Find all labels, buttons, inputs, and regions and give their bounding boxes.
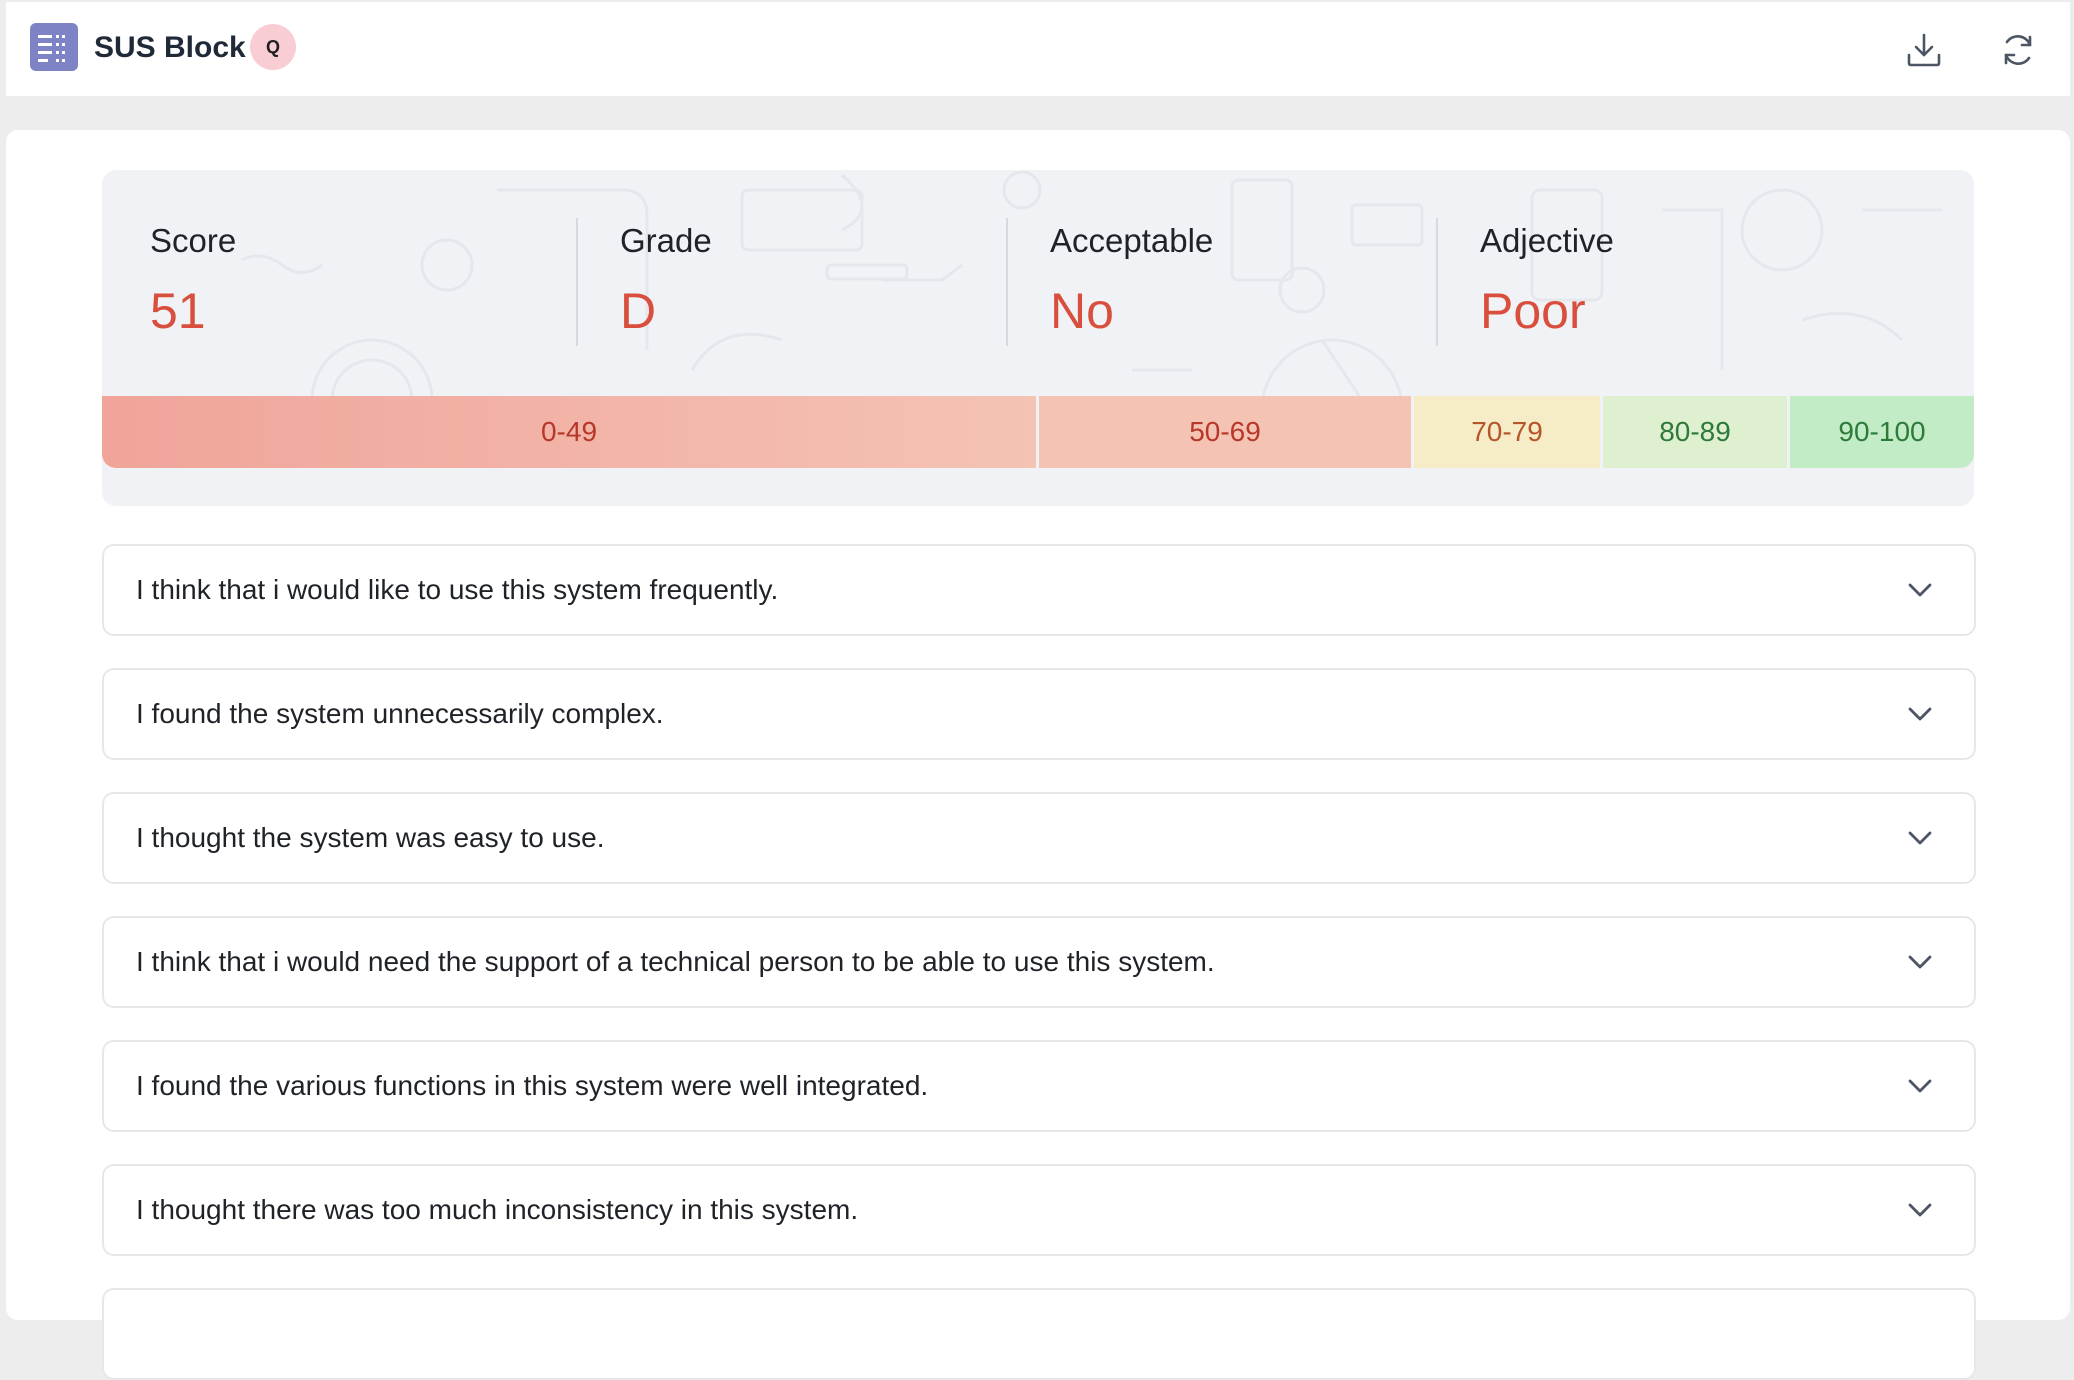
metric-divider: [1436, 218, 1438, 346]
scale-segment-label: 70-79: [1471, 416, 1543, 447]
question-item[interactable]: I thought the system was easy to use.: [102, 792, 1976, 884]
chevron-down-icon[interactable]: [1906, 824, 1934, 852]
scale-segment-label: 50-69: [1189, 416, 1261, 447]
metric-divider: [1006, 218, 1008, 346]
scale-segment-label: 0-49: [540, 416, 598, 447]
download-button[interactable]: [1902, 28, 1946, 72]
question-item[interactable]: I found the various functions in this sy…: [102, 1040, 1976, 1132]
sus-results-card: Score 51 Grade D Acceptable No Adjective…: [6, 130, 2070, 1380]
grade-value: D: [620, 283, 657, 339]
scale-segment-80-89: 80-89: [1603, 396, 1787, 468]
question-item[interactable]: [102, 1288, 1976, 1380]
acceptable-label: Acceptable: [1050, 222, 1214, 259]
scale-segment-label: 80-89: [1659, 416, 1731, 447]
question-item[interactable]: I thought there was too much inconsisten…: [102, 1164, 1976, 1256]
question-text: I think that i would need the support of…: [136, 946, 1215, 977]
adjective-label: Adjective: [1480, 222, 1614, 259]
question-type-badge: Q: [250, 24, 296, 70]
acceptable-value: No: [1050, 283, 1114, 339]
refresh-icon: [2004, 35, 2032, 65]
chevron-down-icon[interactable]: [1906, 948, 1934, 976]
score-value: 51: [150, 283, 206, 339]
scale-segment-0-49: 0-49: [102, 396, 1036, 468]
chevron-down-icon[interactable]: [1906, 576, 1934, 604]
question-text: I think that i would like to use this sy…: [136, 574, 779, 605]
question-text: I found the system unnecessarily complex…: [136, 698, 664, 729]
list-grid-icon: [30, 23, 78, 71]
block-header: SUS Block Q: [6, 2, 2070, 96]
score-range-scale: 0-49 50-69 70-79 80-89 90-100: [102, 396, 1974, 468]
metric-divider: [576, 218, 578, 346]
block-title: SUS Block: [94, 31, 246, 64]
decorative-background-pattern: [241, 170, 1942, 396]
scale-segment-70-79: 70-79: [1414, 396, 1600, 468]
question-item[interactable]: I think that i would need the support of…: [102, 916, 1976, 1008]
chevron-down-icon[interactable]: [1906, 1196, 1934, 1224]
download-icon: [1907, 33, 1941, 67]
chevron-down-icon[interactable]: [1906, 1072, 1934, 1100]
question-item[interactable]: I found the system unnecessarily complex…: [102, 668, 1976, 760]
scale-segment-50-69: 50-69: [1039, 396, 1411, 468]
refresh-button[interactable]: [1996, 28, 2040, 72]
question-text: I found the various functions in this sy…: [136, 1070, 929, 1101]
question-text: I thought the system was easy to use.: [136, 822, 605, 853]
score-label: Score: [150, 222, 237, 259]
score-summary-panel: Score 51 Grade D Acceptable No Adjective…: [102, 170, 1974, 506]
chevron-down-icon[interactable]: [1906, 700, 1934, 728]
scale-segment-90-100: 90-100: [1790, 396, 1974, 468]
adjective-value: Poor: [1480, 283, 1586, 339]
question-item[interactable]: I think that i would like to use this sy…: [102, 544, 1976, 636]
question-text: I thought there was too much inconsisten…: [136, 1194, 859, 1225]
scale-segment-label: 90-100: [1838, 416, 1926, 447]
grade-label: Grade: [620, 222, 712, 259]
